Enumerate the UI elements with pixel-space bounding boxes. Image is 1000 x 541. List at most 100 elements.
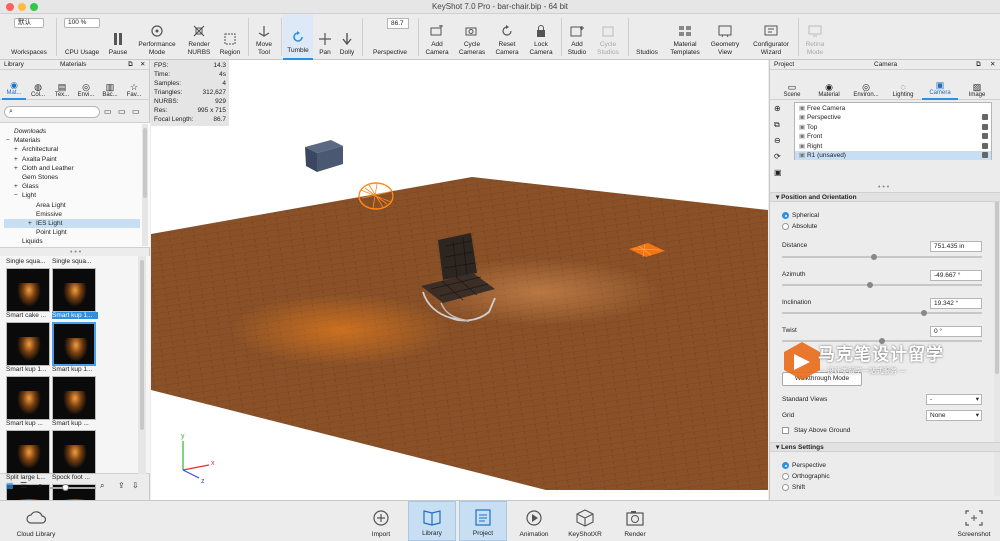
cloud-library-button[interactable]: Cloud Library xyxy=(8,501,64,541)
library-tab-1[interactable]: ◍ Col... xyxy=(26,70,50,100)
zoom-window-button[interactable] xyxy=(30,3,38,11)
material-thumbnail[interactable] xyxy=(6,376,50,420)
distance-input[interactable]: 751.435 in xyxy=(930,241,982,252)
project-tab-1[interactable]: ◉ Material xyxy=(811,70,847,100)
close-window-button[interactable] xyxy=(6,3,14,11)
splitter-handle[interactable]: • • • xyxy=(878,184,889,191)
camera-list-item[interactable]: ▣ Free Camera xyxy=(795,104,991,113)
library-tab-2[interactable]: ▤ Tex... xyxy=(50,70,74,100)
tree-expander-icon[interactable]: + xyxy=(14,182,22,191)
lock-icon[interactable] xyxy=(982,123,988,130)
azimuth-slider-knob[interactable] xyxy=(867,282,873,288)
minimize-window-button[interactable] xyxy=(18,3,26,11)
grid-view-icon[interactable]: ▦ xyxy=(6,481,14,490)
tree-item[interactable]: Emissive xyxy=(4,210,140,219)
tree-item[interactable]: + Glass xyxy=(4,182,140,191)
tree-expander-icon[interactable]: + xyxy=(28,219,36,228)
camera-add-icon[interactable]: ⊕ xyxy=(774,104,781,113)
azimuth-input[interactable]: -49.667 ° xyxy=(930,270,982,281)
material-thumbnail[interactable] xyxy=(52,268,96,312)
close-panel-icon[interactable]: ✕ xyxy=(990,60,995,70)
inclination-input[interactable]: 19.342 ° xyxy=(930,298,982,309)
tree-expander-icon[interactable]: + xyxy=(14,145,22,154)
tree-expander-icon[interactable]: − xyxy=(6,136,14,145)
dolly-button[interactable]: Dolly xyxy=(336,14,358,60)
library-search-input[interactable]: ⌕ xyxy=(4,106,100,118)
camera-list-item[interactable]: ▣ Right xyxy=(795,142,991,151)
camera-list-item[interactable]: ▣ Front xyxy=(795,132,991,141)
folder-icon[interactable]: ▭ xyxy=(104,107,112,116)
stay-above-ground-checkbox[interactable] xyxy=(782,427,789,434)
library-tab-4[interactable]: ▥ Bac... xyxy=(98,70,122,100)
material-thumbnail[interactable] xyxy=(6,268,50,312)
dark-cube[interactable] xyxy=(305,140,343,172)
lock-icon[interactable] xyxy=(982,152,988,158)
tree-item[interactable]: Liquids xyxy=(4,237,140,246)
library-button[interactable]: Library xyxy=(408,501,456,541)
camera-duplicate-icon[interactable]: ⧉ xyxy=(774,120,780,130)
spherical-radio[interactable] xyxy=(782,212,789,219)
cycle-cameras-button[interactable]: Cycle Cameras xyxy=(454,14,490,60)
azimuth-slider[interactable] xyxy=(782,282,982,288)
scene-canvas[interactable]: y x z xyxy=(151,60,768,500)
material-thumbnail[interactable] xyxy=(52,430,96,474)
studios-button[interactable]: Studios xyxy=(630,14,664,60)
tree-item[interactable]: + Axalta Paint xyxy=(4,155,140,164)
add-studio-button[interactable]: Add Studio xyxy=(563,14,591,60)
camera-list-item[interactable]: ▣ R1 (unsaved) xyxy=(795,151,991,160)
lens-shift-radio[interactable] xyxy=(782,484,789,491)
lens-orthographic-radio[interactable] xyxy=(782,473,789,480)
grid-select[interactable]: None ▾ xyxy=(926,410,982,421)
position-orientation-header[interactable]: ▾ Position and Orientation xyxy=(770,192,1000,202)
close-panel-icon[interactable]: ✕ xyxy=(140,60,145,70)
import-button[interactable]: Import xyxy=(357,501,405,541)
tree-expander-icon[interactable]: + xyxy=(14,164,22,173)
project-tab-5[interactable]: ▨ Image xyxy=(959,70,995,100)
configurator-wizard-button[interactable]: Configurator Wizard xyxy=(746,14,796,60)
splitter-handle[interactable]: • • • xyxy=(70,249,81,256)
tree-item[interactable]: Area Light xyxy=(4,201,140,210)
material-thumbnail[interactable] xyxy=(52,322,96,366)
pause-button[interactable]: Pause xyxy=(104,14,132,60)
render-button[interactable]: Render xyxy=(611,501,659,541)
retina-mode-button[interactable]: Retina Mode xyxy=(800,14,830,60)
detach-icon[interactable]: ⧉ xyxy=(128,60,133,70)
project-tab-4[interactable]: ▣ Camera xyxy=(922,70,958,100)
geometry-view-button[interactable]: Geometry View xyxy=(706,14,744,60)
tree-item[interactable]: Point Light xyxy=(4,228,140,237)
lock-icon[interactable] xyxy=(982,133,988,140)
cycle-studios-button[interactable]: Cycle Studios xyxy=(592,14,624,60)
material-templates-button[interactable]: Material Templates xyxy=(665,14,705,60)
render-viewport[interactable]: y x z FPS: 14.3 Time: 4s Samples: 4 Triangles:… xyxy=(151,60,768,500)
tumble-button[interactable]: Tumble xyxy=(283,14,313,60)
performance-mode-button[interactable]: Performance Mode xyxy=(134,14,180,60)
tree-expander-icon[interactable]: − xyxy=(14,191,22,200)
region-button[interactable]: Region xyxy=(216,14,244,60)
add-camera-button[interactable]: Add Camera xyxy=(420,14,454,60)
camera-list-item[interactable]: ▣ Top xyxy=(795,123,991,132)
list-view-icon[interactable]: ☰ xyxy=(20,481,27,490)
lens-settings-header[interactable]: ▾ Lens Settings xyxy=(770,442,1000,452)
cpu-usage-button[interactable]: CPU Usage xyxy=(60,14,104,60)
distance-slider[interactable] xyxy=(782,254,982,260)
tree-scrollbar[interactable] xyxy=(142,124,148,246)
project-tab-0[interactable]: ▭ Scene xyxy=(774,70,810,100)
library-tab-3[interactable]: ◎ Envi... xyxy=(74,70,98,100)
absolute-radio[interactable] xyxy=(782,223,789,230)
material-thumbnail[interactable] xyxy=(6,430,50,474)
thumb-scrollbar[interactable] xyxy=(138,256,146,474)
project-button[interactable]: Project xyxy=(459,501,507,541)
keyshotxr-button[interactable]: KeyShotXR xyxy=(561,501,609,541)
lens-perspective-radio[interactable] xyxy=(782,462,789,469)
camera-save-icon[interactable]: ▣ xyxy=(774,168,782,177)
tree-item[interactable]: − Materials xyxy=(4,136,140,145)
tree-item[interactable]: + Architectural xyxy=(4,145,140,154)
perspective-button[interactable]: Perspective xyxy=(366,14,414,60)
tree-item[interactable]: Downloads xyxy=(4,127,140,136)
reset-camera-button[interactable]: Reset Camera xyxy=(490,14,524,60)
tree-item[interactable]: + IES Light xyxy=(4,219,140,228)
camera-list-item[interactable]: ▣ Perspective xyxy=(795,113,991,122)
inclination-slider[interactable] xyxy=(782,310,982,316)
move-tool-button[interactable]: Move Tool xyxy=(250,14,278,60)
download-icon[interactable]: ⇩ xyxy=(132,481,139,490)
